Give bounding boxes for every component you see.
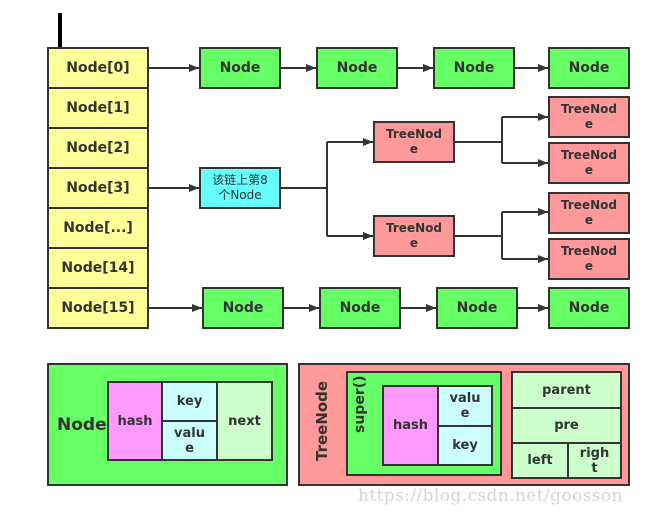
treenode-label: TreeNod bbox=[561, 148, 617, 162]
node-field-value: valu e bbox=[161, 420, 218, 461]
bottom-chain-node: Node bbox=[319, 287, 401, 329]
top-chain-node: Node bbox=[548, 47, 630, 89]
tree-root-label-line2: 个Node bbox=[218, 188, 262, 202]
treenode-label: e bbox=[409, 236, 419, 250]
treenode-legend-title: TreeNode bbox=[313, 380, 331, 461]
treenode-label: e bbox=[584, 259, 594, 273]
super-block: super() hash valu e key bbox=[346, 371, 502, 476]
treenode-label: TreeNod bbox=[561, 244, 617, 258]
node-field-next: next bbox=[216, 381, 273, 461]
bottom-chain-node: Node bbox=[436, 287, 518, 329]
treenode-label: TreeNod bbox=[386, 221, 442, 235]
treenode-level1: TreeNod e bbox=[373, 215, 455, 257]
node-legend: Node hash key valu e next bbox=[47, 363, 288, 486]
treenode-field-parent: parent bbox=[511, 371, 622, 409]
treenode-level2: TreeNod e bbox=[548, 96, 630, 138]
treenode-level1: TreeNod e bbox=[373, 121, 455, 163]
treenode-label: e bbox=[409, 142, 419, 156]
treenode-field-hash: hash bbox=[382, 385, 439, 466]
array-cell-5: Node[14] bbox=[47, 247, 149, 289]
treenode-label: TreeNod bbox=[561, 102, 617, 116]
treenode-field-right-line2: t bbox=[591, 460, 598, 476]
treenode-field-left: left bbox=[511, 442, 569, 479]
treenode-label: e bbox=[584, 163, 594, 177]
treenode-label: e bbox=[584, 117, 594, 131]
top-chain-node: Node bbox=[199, 47, 281, 89]
array-cell-1: Node[1] bbox=[47, 87, 149, 129]
tree-root-label-line1: 该链上第8 bbox=[212, 173, 268, 187]
node-legend-title: Node bbox=[57, 415, 107, 435]
node-field-value-line2: e bbox=[185, 440, 194, 456]
treenode-field-right: righ t bbox=[567, 442, 622, 479]
treenode-level2: TreeNod e bbox=[548, 142, 630, 184]
array-cell-0: Node[0] bbox=[47, 47, 149, 89]
bottom-chain-node: Node bbox=[202, 287, 284, 329]
array-cell-3: Node[3] bbox=[47, 167, 149, 209]
array-cell-4: Node[...] bbox=[47, 207, 149, 249]
node-field-hash: hash bbox=[107, 381, 163, 461]
super-label: super() bbox=[352, 375, 368, 433]
watermark: https://blog.csdn.net/goosson bbox=[358, 486, 623, 506]
treenode-field-value-line2: e bbox=[460, 406, 470, 421]
treenode-label: TreeNod bbox=[386, 127, 442, 141]
treenode-field-value: valu e bbox=[437, 385, 493, 427]
treenode-field-pre: pre bbox=[511, 407, 622, 444]
treenode-level2: TreeNod e bbox=[548, 192, 630, 234]
tree-root-node: 该链上第8 个Node bbox=[199, 167, 281, 209]
node-field-value-line1: valu bbox=[174, 425, 205, 441]
array-cell-6: Node[15] bbox=[47, 287, 149, 329]
top-chain-node: Node bbox=[433, 47, 515, 89]
treenode-level2: TreeNod e bbox=[548, 238, 630, 280]
node-field-key: key bbox=[161, 381, 218, 422]
treenode-label: e bbox=[584, 213, 594, 227]
treenode-field-right-line1: righ bbox=[579, 445, 610, 461]
treenode-field-key: key bbox=[437, 425, 493, 466]
treenode-field-value-line1: valu bbox=[449, 391, 481, 406]
array-cell-2: Node[2] bbox=[47, 127, 149, 169]
treenode-label: TreeNod bbox=[561, 198, 617, 212]
top-chain-node: Node bbox=[316, 47, 398, 89]
bottom-chain-node: Node bbox=[548, 287, 630, 329]
treenode-legend: TreeNode super() hash valu e key parent … bbox=[298, 363, 630, 486]
